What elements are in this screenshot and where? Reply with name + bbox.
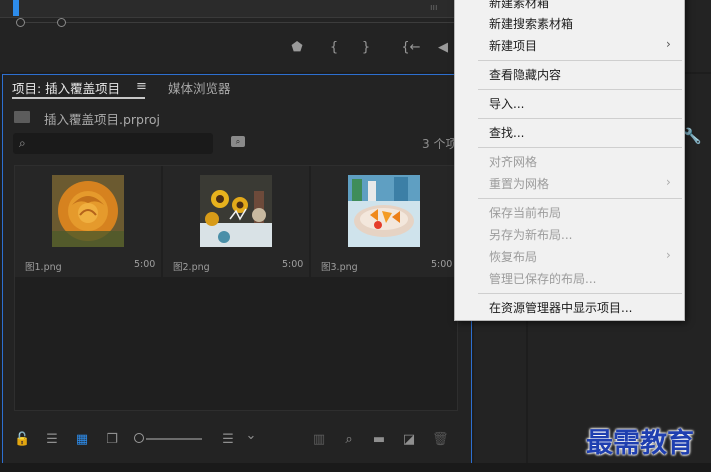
thumbnail-sunflowers — [200, 175, 272, 247]
menu-item-save-layout[interactable]: 保存当前布局 — [489, 204, 561, 221]
range-end-handle[interactable] — [57, 18, 66, 27]
search-icon: ⌕ — [19, 136, 26, 150]
playhead[interactable] — [13, 0, 19, 16]
add-marker-icon[interactable]: ⬟ — [290, 40, 304, 56]
active-tab-indicator — [12, 97, 145, 99]
menu-separator — [478, 293, 682, 294]
menu-item-new-search-bin[interactable]: 新建搜索素材箱 — [489, 15, 573, 32]
menu-item-align-to-grid[interactable]: 对齐网格 — [489, 153, 537, 170]
zoom-slider[interactable] — [146, 438, 202, 440]
status-bar — [0, 463, 711, 472]
ruler-ticks: ııı — [430, 3, 438, 13]
media-item-1-duration: 5:00 — [134, 259, 156, 270]
watermark: 最需教育 — [586, 428, 694, 459]
wrench-icon[interactable]: 🔧 — [683, 127, 702, 145]
new-item-icon[interactable]: ◪ — [402, 432, 416, 448]
media-item-2-name: 图2.png — [173, 262, 210, 273]
submenu-arrow-restore-layout: › — [666, 248, 671, 262]
menu-separator — [478, 147, 682, 148]
project-folder-icon — [14, 111, 30, 123]
media-item-3-name: 图3.png — [321, 262, 358, 273]
menu-item-view-hidden[interactable]: 查看隐藏内容 — [489, 66, 561, 83]
media-item-3-duration: 5:00 — [431, 259, 453, 270]
submenu-arrow-reset-to-grid: › — [666, 175, 671, 189]
menu-item-manage-layouts[interactable]: 管理已保存的布局... — [489, 270, 596, 287]
tab-media-browser[interactable]: 媒体浏览器 — [168, 78, 231, 97]
step-back-icon[interactable]: ◀ — [436, 40, 450, 56]
menu-item-save-as-new-layout[interactable]: 另存为新布局... — [489, 226, 572, 243]
item-count: 3 个项 — [422, 137, 458, 151]
project-file-name: 插入覆盖项目.prproj — [44, 112, 160, 127]
freeform-view-icon[interactable]: ❐ — [103, 432, 121, 448]
time-ruler[interactable] — [0, 0, 460, 18]
mark-out-icon[interactable]: } — [359, 40, 373, 56]
new-bin-icon[interactable]: ▬ — [371, 432, 387, 448]
media-item-1-name: 图1.png — [25, 262, 62, 273]
automate-to-sequence-icon[interactable]: ▥ — [311, 432, 327, 448]
icon-view-icon[interactable]: ▦ — [75, 432, 89, 448]
menu-item-reveal-in-explorer[interactable]: 在资源管理器中显示项目... — [489, 299, 632, 316]
write-lock-icon[interactable]: 🔓 — [14, 432, 30, 448]
new-search-bin-icon[interactable]: ⌕ — [231, 136, 245, 147]
chevron-down-icon[interactable]: ⌄ — [244, 428, 258, 444]
menu-item-import[interactable]: 导入... — [489, 95, 524, 112]
thumbnail-rose — [52, 175, 124, 247]
search-input[interactable] — [13, 133, 213, 154]
sort-icon[interactable]: ☰ — [220, 432, 236, 448]
find-icon[interactable]: ⌕ — [342, 432, 356, 448]
mark-in-icon[interactable]: { — [327, 40, 341, 56]
zoom-slider-handle[interactable] — [134, 433, 144, 443]
menu-item-reset-to-grid[interactable]: 重置为网格 — [489, 175, 549, 192]
zoom-range-track[interactable] — [18, 22, 458, 23]
menu-item-find[interactable]: 查找... — [489, 124, 524, 141]
menu-item-new-item[interactable]: 新建项目 — [489, 37, 537, 54]
menu-item-new-bin[interactable]: 新建素材箱 — [489, 0, 549, 11]
media-item-2-duration: 5:00 — [282, 259, 304, 270]
clear-icon[interactable]: 🗑 — [432, 432, 449, 448]
menu-separator — [478, 198, 682, 199]
thumbnail-oranges — [348, 175, 420, 247]
range-start-handle[interactable] — [16, 18, 25, 27]
go-to-in-icon[interactable]: {← — [400, 40, 422, 56]
tab-project[interactable]: 项目: 插入覆盖项目 — [12, 78, 120, 98]
list-view-icon[interactable]: ☰ — [44, 432, 60, 448]
menu-separator — [478, 89, 682, 90]
menu-separator — [478, 60, 682, 61]
menu-separator — [478, 118, 682, 119]
submenu-arrow-new-item: › — [666, 37, 671, 51]
menu-item-restore-layout[interactable]: 恢复布局 — [489, 248, 537, 265]
panel-menu-icon[interactable]: ≡ — [136, 79, 147, 94]
